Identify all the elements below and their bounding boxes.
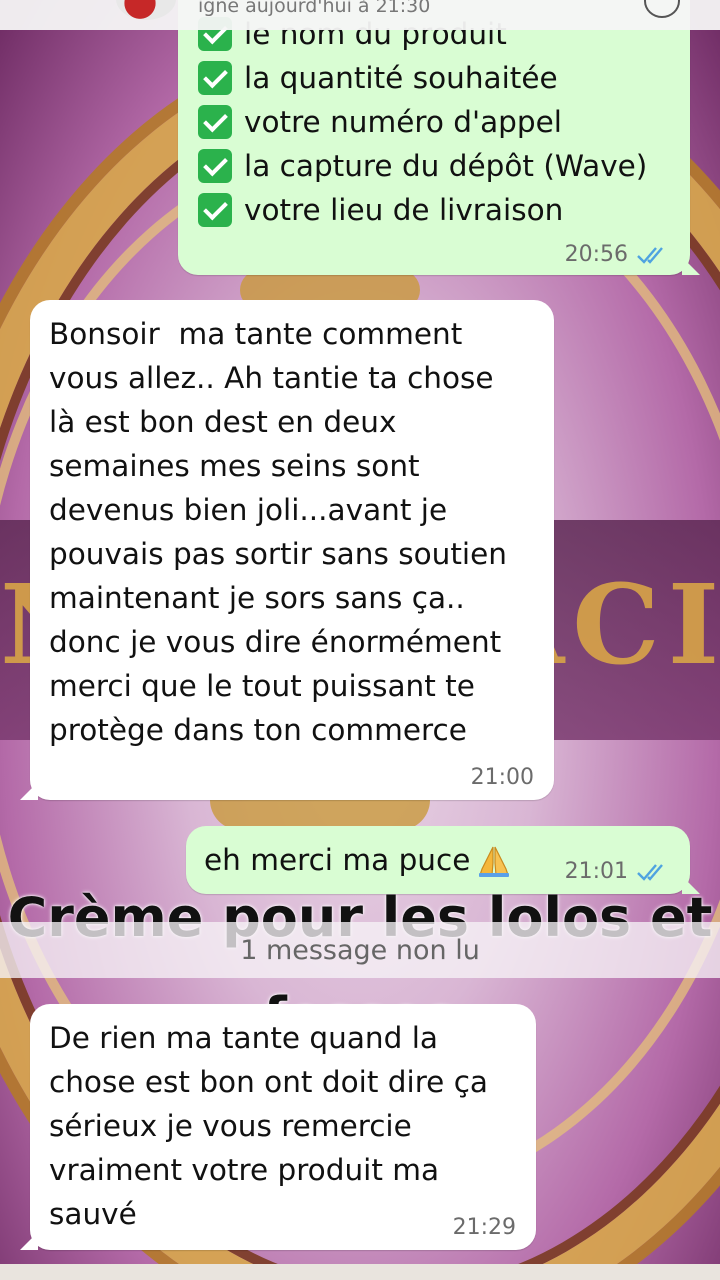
bubble-tail [20,1232,38,1250]
list-item: la capture du dépôt (Wave) [198,144,647,188]
bubble-tail [682,876,700,894]
contact-avatar[interactable] [116,0,176,20]
outgoing-message[interactable]: le nom du produit la quantité souhaitée … [178,0,700,275]
checklist: le nom du produit la quantité souhaitée … [198,12,647,232]
message-time: 21:00 [470,765,534,790]
unread-separator-text: 1 message non lu [240,934,480,966]
bubble-tail [682,257,700,275]
check-mark-icon [198,61,232,95]
message-meta: 21:01 [565,859,668,884]
message-text: Bonsoir ma tante comment vous allez.. Ah… [49,317,507,747]
message-time: 20:56 [564,242,628,267]
list-item-text: la capture du dépôt (Wave) [244,149,648,183]
bottom-bar [0,1264,720,1280]
folded-hands-icon [479,846,510,877]
message-meta: 20:56 [565,242,668,267]
last-seen-status: igne aujourd'hui à 21:30 [198,0,431,17]
list-item: votre numéro d'appel [198,100,647,144]
message-text: eh merci ma puce [204,843,471,877]
message-content: eh merci ma puce [204,838,512,882]
message-time: 21:01 [564,859,628,884]
incoming-message[interactable]: Bonsoir ma tante comment vous allez.. Ah… [20,300,554,800]
list-item-text: la quantité souhaitée [244,61,558,95]
chat-header: igne aujourd'hui à 21:30 [0,0,720,30]
message-text: De rien ma tante quand la chose est bon … [49,1021,488,1231]
list-item-text: votre numéro d'appel [244,105,562,139]
list-item: votre lieu de livraison [198,188,647,232]
list-item: la quantité souhaitée [198,56,647,100]
read-receipt-icon [637,863,663,881]
message-list: le nom du produit la quantité souhaitée … [0,0,720,1280]
list-item-text: votre lieu de livraison [244,193,564,227]
outgoing-message[interactable]: eh merci ma puce 21:01 [186,826,700,894]
call-icon[interactable] [644,0,680,18]
unread-separator: 1 message non lu [0,922,720,978]
check-mark-icon [198,193,232,227]
bubble-tail [20,782,38,800]
message-meta: 21:00 [471,765,534,790]
message-time: 21:29 [452,1215,516,1240]
check-mark-icon [198,105,232,139]
check-mark-icon [198,149,232,183]
incoming-message[interactable]: De rien ma tante quand la chose est bon … [20,1004,536,1250]
message-meta: 21:29 [453,1215,516,1240]
read-receipt-icon [637,246,663,264]
